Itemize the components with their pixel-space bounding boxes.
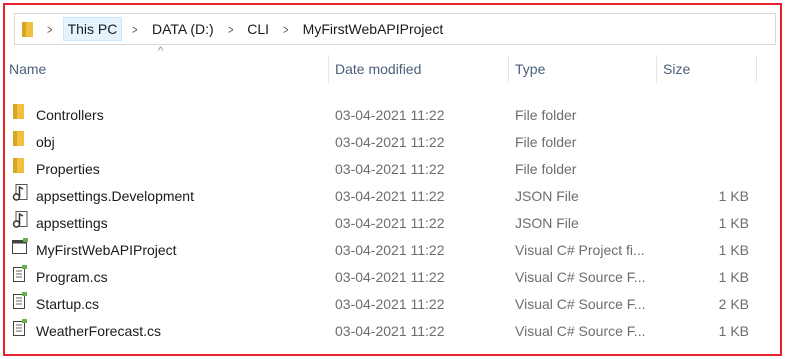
file-row[interactable]: obj 03-04-2021 11:22 File folder xyxy=(5,129,780,156)
folder-icon xyxy=(21,19,37,39)
file-row[interactable]: Program.cs 03-04-2021 11:22 Visual C# Sour… xyxy=(5,264,780,291)
file-date-modified: 03-04-2021 11:22 xyxy=(335,323,445,339)
folder-icon xyxy=(12,129,28,146)
file-row[interactable]: WeatherForecast.cs 03-04-2021 11:22 Visual… xyxy=(5,318,780,345)
file-row[interactable]: MyFirstWebAPIProject 03-04-2021 11:22 Visu… xyxy=(5,237,780,264)
file-size: 1 KB xyxy=(718,323,749,339)
file-type: File folder xyxy=(515,107,577,123)
chevron-right-icon[interactable]: > xyxy=(222,22,240,37)
chevron-right-icon[interactable]: > xyxy=(41,22,59,37)
breadcrumb-cli[interactable]: CLI xyxy=(243,18,273,40)
breadcrumb: > This PC > DATA (D:) > CLI > MyFirstWeb… xyxy=(37,17,447,41)
file-name: appsettings xyxy=(36,215,108,231)
file-date-modified: 03-04-2021 11:22 xyxy=(335,107,445,123)
file-date-modified: 03-04-2021 11:22 xyxy=(335,242,445,258)
file-row[interactable]: Controllers 03-04-2021 11:22 File folder xyxy=(5,102,780,129)
chevron-right-icon[interactable]: > xyxy=(277,22,295,37)
file-name: MyFirstWebAPIProject xyxy=(36,242,177,258)
folder-icon xyxy=(12,102,28,119)
file-size: 1 KB xyxy=(718,269,749,285)
cs-file-icon xyxy=(12,318,28,336)
breadcrumb-data-drive[interactable]: DATA (D:) xyxy=(148,18,218,40)
file-date-modified: 03-04-2021 11:22 xyxy=(335,188,445,204)
column-header-date[interactable]: Date modified xyxy=(329,55,509,83)
chevron-right-icon[interactable]: > xyxy=(126,22,144,37)
column-header-size[interactable]: Size xyxy=(657,55,757,83)
column-header-name[interactable]: Name xyxy=(5,55,329,83)
file-type: Visual C# Source F... xyxy=(515,269,646,285)
file-name: Startup.cs xyxy=(36,296,100,312)
file-name: Properties xyxy=(36,161,100,177)
file-date-modified: 03-04-2021 11:22 xyxy=(335,161,445,177)
file-size: 1 KB xyxy=(718,215,749,231)
file-type: JSON File xyxy=(515,215,579,231)
folder-icon xyxy=(12,156,28,173)
file-list: Controllers 03-04-2021 11:22 File folder ob… xyxy=(5,102,780,345)
breadcrumb-project[interactable]: MyFirstWebAPIProject xyxy=(299,18,448,40)
cs-file-icon xyxy=(12,291,28,309)
file-name: Controllers xyxy=(36,107,104,123)
file-type: Visual C# Source F... xyxy=(515,296,646,312)
file-row[interactable]: Properties 03-04-2021 11:22 File folder xyxy=(5,156,780,183)
file-date-modified: 03-04-2021 11:22 xyxy=(335,134,445,150)
file-name: obj xyxy=(36,134,55,150)
file-size: 2 KB xyxy=(718,296,749,312)
file-date-modified: 03-04-2021 11:22 xyxy=(335,269,445,285)
explorer-window: > This PC > DATA (D:) > CLI > MyFirstWeb… xyxy=(3,3,782,356)
json-file-icon xyxy=(12,210,28,228)
file-size: 1 KB xyxy=(718,242,749,258)
file-type: JSON File xyxy=(515,188,579,204)
column-header-type[interactable]: Type xyxy=(509,55,657,83)
file-type: File folder xyxy=(515,134,577,150)
address-bar[interactable]: > This PC > DATA (D:) > CLI > MyFirstWeb… xyxy=(14,13,776,45)
column-header: ^ Name Date modified Type Size xyxy=(5,45,780,83)
file-type: Visual C# Project fi... xyxy=(515,242,645,258)
json-file-icon xyxy=(12,183,28,201)
csproj-file-icon xyxy=(12,237,28,254)
file-type: File folder xyxy=(515,161,577,177)
file-date-modified: 03-04-2021 11:22 xyxy=(335,296,445,312)
file-row[interactable]: Startup.cs 03-04-2021 11:22 Visual C# Sour… xyxy=(5,291,780,318)
breadcrumb-this-pc[interactable]: This PC xyxy=(62,17,123,41)
file-type: Visual C# Source F... xyxy=(515,323,646,339)
file-row[interactable]: appsettings 03-04-2021 11:22 JSON File 1 KB xyxy=(5,210,780,237)
file-name: WeatherForecast.cs xyxy=(36,323,162,339)
file-size: 1 KB xyxy=(718,188,749,204)
cs-file-icon xyxy=(12,264,28,282)
file-name: Program.cs xyxy=(36,269,108,285)
file-row[interactable]: appsettings.Development 03-04-2021 11:22 J… xyxy=(5,183,780,210)
file-name: appsettings.Development xyxy=(36,188,194,204)
file-date-modified: 03-04-2021 11:22 xyxy=(335,215,445,231)
